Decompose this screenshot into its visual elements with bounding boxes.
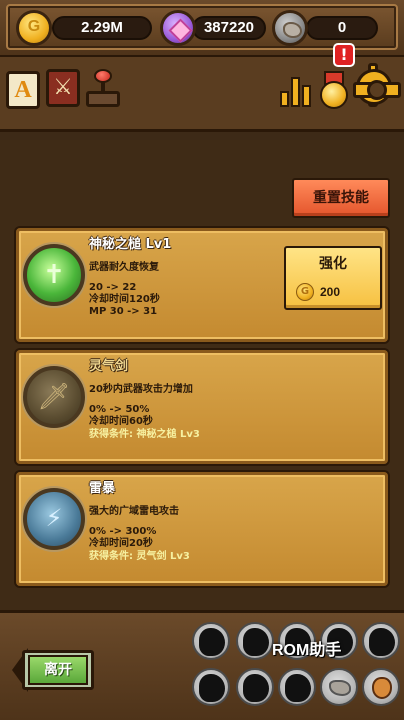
inventory-slot[interactable] bbox=[192, 622, 230, 660]
watermark-text: ROM助手 bbox=[272, 642, 342, 659]
skill-cooldown: 冷却时间60秒 bbox=[89, 416, 153, 427]
inventory-slot[interactable] bbox=[192, 668, 230, 706]
alert-badge: ! bbox=[333, 43, 355, 67]
skill-requirement: 获得条件: 神秘之槌 Lv3 bbox=[89, 429, 200, 440]
skill-cooldown: 冷却时间120秒 bbox=[89, 294, 160, 305]
gem-amount: 387220 bbox=[192, 16, 266, 40]
sword-icon: 🗡 bbox=[23, 366, 85, 428]
settings-gear-icon[interactable] bbox=[353, 63, 401, 107]
skill-name: 灵气剑 bbox=[89, 359, 129, 374]
sack-icon bbox=[372, 677, 392, 699]
skill-description: 武器耐久度恢复 bbox=[89, 262, 159, 273]
skill-card: 🗡 灵气剑 20秒内武器攻击力增加 0% -> 50% 冷却时间60秒 获得条件… bbox=[16, 350, 388, 464]
ranking-icon[interactable] bbox=[280, 71, 312, 107]
gold-amount: 2.29M bbox=[52, 16, 152, 40]
inventory-slot[interactable] bbox=[362, 622, 400, 660]
skill-card: ✝ 神秘之槌 Lv1 武器耐久度恢复 20 -> 22 冷却时间120秒 MP … bbox=[16, 228, 388, 342]
gem-icon bbox=[160, 10, 196, 46]
codex-book-icon[interactable]: A bbox=[6, 71, 40, 109]
upgrade-cost: G 200 bbox=[296, 282, 376, 302]
skill-stat: 0% -> 300% bbox=[89, 526, 157, 537]
ore-amount: 0 bbox=[306, 16, 378, 40]
upgrade-cost-value: 200 bbox=[320, 285, 341, 299]
ore-slot[interactable] bbox=[320, 668, 358, 706]
skill-info: 灵气剑 20秒内武器攻击力增加 0% -> 50% 冷却时间60秒 获得条件: … bbox=[89, 357, 289, 442]
leave-button[interactable]: 离开 bbox=[12, 648, 94, 692]
joystick-icon[interactable] bbox=[86, 69, 120, 107]
lightning-icon: ⚡ bbox=[23, 488, 85, 550]
skill-card: ⚡ 雷暴 强大的广域雷电攻击 0% -> 300% 冷却时间20秒 获得条件: … bbox=[16, 472, 388, 586]
toolbar: A ⚔ bbox=[0, 57, 404, 132]
skill-info: 雷暴 强大的广域雷电攻击 0% -> 300% 冷却时间20秒 获得条件: 灵气… bbox=[89, 479, 289, 564]
inventory-slot[interactable] bbox=[278, 668, 316, 706]
skill-info: 神秘之槌 Lv1 武器耐久度恢复 20 -> 22 冷却时间120秒 MP 30… bbox=[89, 235, 289, 318]
gold-coin-icon: G bbox=[296, 283, 314, 301]
gold-coin-icon bbox=[16, 10, 52, 46]
skill-stat: 0% -> 50% bbox=[89, 404, 150, 415]
inventory-slot[interactable] bbox=[236, 668, 274, 706]
skill-cooldown: 冷却时间20秒 bbox=[89, 538, 153, 549]
upgrade-button[interactable]: 强化 G 200 bbox=[284, 246, 382, 310]
achievement-medal-icon[interactable] bbox=[318, 71, 350, 109]
upgrade-label: 强化 bbox=[319, 256, 347, 272]
skill-mp-cost: MP 30 -> 31 bbox=[89, 306, 158, 317]
skill-description: 强大的广域雷电攻击 bbox=[89, 506, 179, 517]
ore-icon bbox=[329, 680, 351, 696]
cross-glow-icon: ✝ bbox=[23, 244, 85, 306]
sack-slot[interactable] bbox=[362, 668, 400, 706]
skill-stat: 20 -> 22 bbox=[89, 282, 137, 293]
reset-skills-button[interactable]: 重置技能 bbox=[292, 178, 390, 218]
skill-name: 雷暴 bbox=[89, 481, 116, 496]
leave-label: 离开 bbox=[28, 655, 88, 685]
skill-description: 20秒内武器攻击力增加 bbox=[89, 384, 193, 395]
skill-name: 神秘之槌 Lv1 bbox=[89, 237, 172, 252]
sword-book-icon[interactable]: ⚔ bbox=[46, 69, 80, 107]
inventory-slot[interactable] bbox=[236, 622, 274, 660]
ore-icon bbox=[272, 10, 308, 46]
skill-requirement: 获得条件: 灵气剑 Lv3 bbox=[89, 551, 190, 562]
